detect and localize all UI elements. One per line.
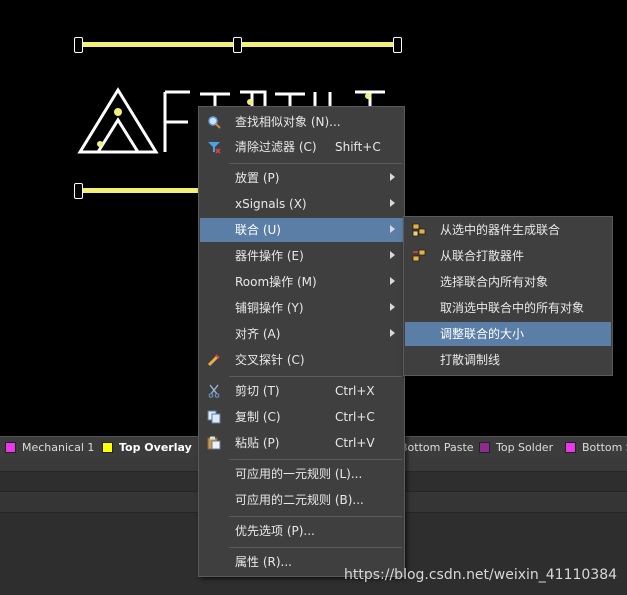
silkscreen-pad — [393, 37, 402, 53]
layer-color-swatch — [565, 441, 576, 453]
menu-separator — [229, 376, 402, 377]
menu-separator — [229, 459, 402, 460]
submenu-item-deselect-all-in-union[interactable]: 取消选中联合中的所有对象 — [405, 296, 611, 320]
menu-item-room-actions[interactable]: Room操作 (M) — [200, 270, 403, 294]
submenu-item-create-union[interactable]: 从选中的器件生成联合 — [405, 218, 611, 242]
copy-icon — [206, 409, 222, 425]
submenu-item-resize-union[interactable]: 调整联合的大小 — [405, 322, 611, 346]
menu-item-copy[interactable]: 复制 (C) Ctrl+C — [200, 405, 403, 429]
menu-item-place[interactable]: 放置 (P) — [200, 166, 403, 190]
context-menu: 查找相似对象 (N)... 清除过滤器 (C) Shift+C 放置 (P) x… — [198, 106, 405, 577]
cross-probe-icon — [206, 352, 222, 368]
silkscreen-pad — [74, 183, 83, 199]
layer-tab-label: Top Overlay — [119, 440, 192, 454]
scissors-icon — [206, 383, 222, 399]
submenu-item-break-union[interactable]: 从联合打散器件 — [405, 244, 611, 268]
submenu-arrow-icon — [390, 251, 395, 259]
clear-filter-icon — [206, 139, 222, 155]
silkscreen-line-bottom — [78, 188, 198, 193]
layer-color-swatch — [479, 441, 490, 453]
union-submenu: 从选中的器件生成联合 从联合打散器件 选择联合内所有对象 取消选中联合中的所有对… — [403, 216, 613, 376]
layer-tab-top-solder[interactable]: Top Solder — [479, 437, 553, 457]
submenu-arrow-icon — [390, 173, 395, 181]
layer-tab-label: Top Solder — [496, 440, 554, 454]
menu-item-preferences[interactable]: 优先选项 (P)... — [200, 519, 403, 543]
menu-separator — [229, 163, 402, 164]
menu-item-cross-probe[interactable]: 交叉探针 (C) — [200, 348, 403, 372]
break-union-icon — [411, 248, 427, 264]
menu-item-xsignals[interactable]: xSignals (X) — [200, 192, 403, 216]
submenu-arrow-icon — [390, 277, 395, 285]
menu-item-polygon-actions[interactable]: 铺铜操作 (Y) — [200, 296, 403, 320]
watermark-text: https://blog.csdn.net/weixin_41110384 — [344, 567, 618, 583]
submenu-arrow-icon — [390, 329, 395, 337]
menu-item-unary-rules[interactable]: 可应用的一元规则 (L)... — [200, 462, 403, 486]
search-icon — [206, 114, 222, 130]
layer-tab-bottom-paste[interactable]: Bottom Paste — [400, 437, 474, 457]
menu-separator — [229, 516, 402, 517]
layer-tab-label: Bottom Paste — [400, 440, 474, 454]
submenu-arrow-icon — [390, 225, 395, 233]
layer-tab-label: Mechanical 1 — [22, 440, 95, 454]
create-union-icon — [411, 222, 427, 238]
menu-item-paste[interactable]: 粘贴 (P) Ctrl+V — [200, 431, 403, 455]
layer-color-swatch — [102, 441, 113, 453]
menu-item-cut[interactable]: 剪切 (T) Ctrl+X — [200, 379, 403, 403]
layer-tab-bottom-solder[interactable]: Bottom S — [565, 437, 627, 457]
menu-item-align[interactable]: 对齐 (A) — [200, 322, 403, 346]
paste-icon — [206, 435, 222, 451]
menu-item-clear-filter[interactable]: 清除过滤器 (C) Shift+C — [200, 135, 403, 159]
submenu-item-select-all-in-union[interactable]: 选择联合内所有对象 — [405, 270, 611, 294]
menu-separator — [229, 547, 402, 548]
layer-tab-mechanical-1[interactable]: Mechanical 1 — [5, 437, 94, 457]
silkscreen-pad — [233, 37, 242, 53]
submenu-item-break-tuning-lines[interactable]: 打散调制线 — [405, 348, 611, 372]
menu-item-find-similar[interactable]: 查找相似对象 (N)... — [200, 110, 403, 134]
layer-color-swatch — [5, 441, 16, 453]
submenu-arrow-icon — [390, 303, 395, 311]
menu-item-component-actions[interactable]: 器件操作 (E) — [200, 244, 403, 268]
layer-tab-label: Bottom S — [582, 440, 627, 454]
silkscreen-pad — [74, 37, 83, 53]
menu-item-union[interactable]: 联合 (U) — [200, 218, 403, 242]
layer-tab-top-overlay[interactable]: Top Overlay — [102, 437, 192, 457]
menu-item-binary-rules[interactable]: 可应用的二元规则 (B)... — [200, 488, 403, 512]
submenu-arrow-icon — [390, 199, 395, 207]
